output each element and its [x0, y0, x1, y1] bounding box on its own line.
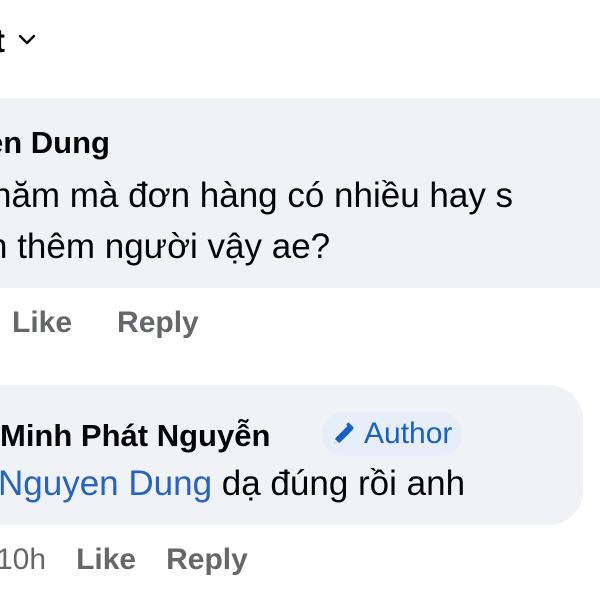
- comment-actions: Like Reply: [12, 308, 199, 338]
- author-badge: Author: [322, 412, 463, 456]
- comment-actions: 10h Like Reply: [0, 545, 248, 575]
- pencil-icon: [334, 422, 354, 444]
- comment-author-name[interactable]: Minh Phát Nguyễn: [0, 420, 270, 451]
- author-badge-label: Author: [364, 417, 453, 450]
- sort-label: t: [0, 24, 5, 57]
- reply-button[interactable]: Reply: [117, 308, 199, 338]
- sort-dropdown[interactable]: t: [0, 18, 37, 62]
- comment-text-line: n thêm người vậy ae?: [0, 227, 331, 266]
- comment-author-name[interactable]: en Dung: [0, 127, 110, 158]
- comment-text-line: năm mà đơn hàng có nhiều hay s: [0, 176, 514, 215]
- comment-text-body: dạ đúng rồi anh: [212, 464, 466, 503]
- comment-timestamp[interactable]: 10h: [0, 545, 46, 575]
- reply-bubble: [0, 385, 583, 525]
- comments-page: t en Dung năm mà đơn hàng có nhiều hay s…: [0, 0, 600, 600]
- like-button[interactable]: Like: [76, 545, 136, 575]
- chevron-down-icon: [18, 34, 36, 45]
- reply-button[interactable]: Reply: [166, 545, 248, 575]
- comment-text: Nguyen Dung dạ đúng rồi anh: [0, 466, 465, 501]
- mention-link[interactable]: Nguyen Dung: [0, 464, 212, 503]
- like-button[interactable]: Like: [12, 308, 72, 338]
